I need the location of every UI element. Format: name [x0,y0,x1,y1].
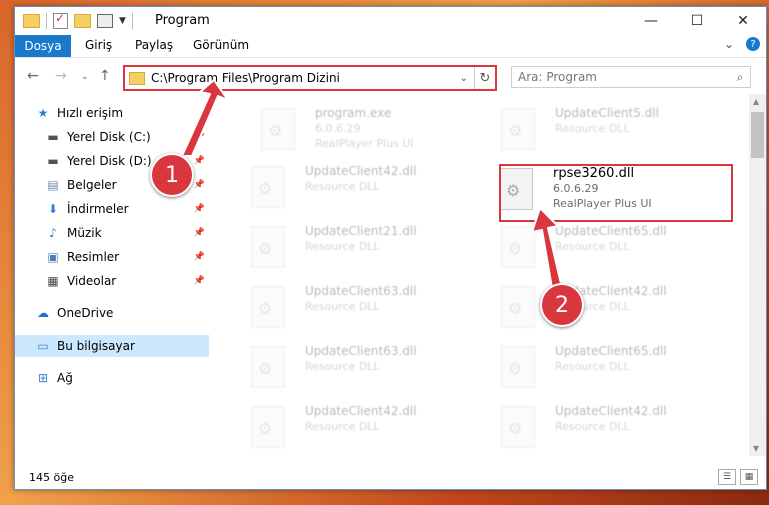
step-2-badge: 2 [540,283,584,327]
annotation-arrows [181,79,563,289]
step-1-badge: 1 [150,153,194,197]
